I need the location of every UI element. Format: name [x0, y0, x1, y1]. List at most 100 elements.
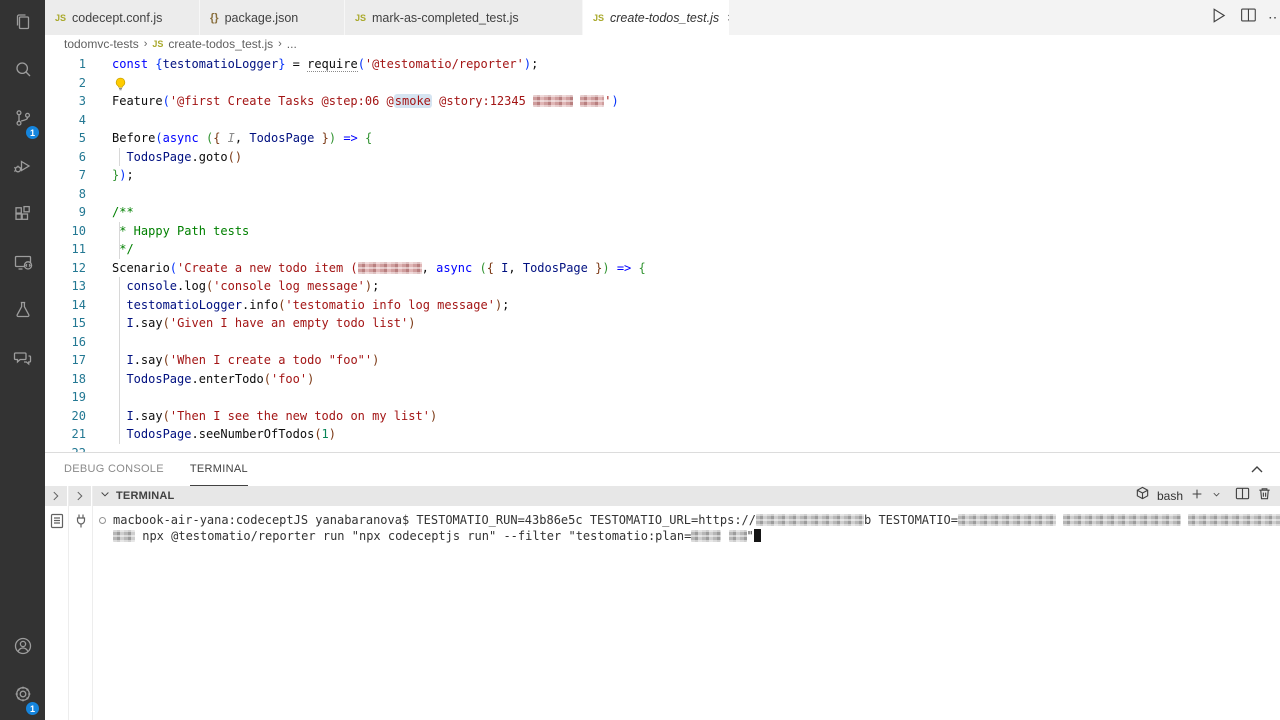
- command-decoration-icon[interactable]: [99, 517, 106, 524]
- code-line: 21 TodosPage.seeNumberOfTodos(1): [45, 425, 1280, 444]
- code-line: 11 */: [45, 240, 1280, 259]
- tab-codecept-conf[interactable]: JS codecept.conf.js: [45, 0, 200, 35]
- code-token: =>: [343, 131, 357, 145]
- new-terminal-button[interactable]: [1190, 487, 1204, 506]
- code-token: ): [430, 409, 437, 423]
- chevron-right-icon: ›: [144, 38, 148, 50]
- code-token: seeNumberOfTodos: [199, 427, 315, 441]
- terminal-output[interactable]: macbook-air-yana:codeceptJS yanabaranova…: [93, 506, 1280, 720]
- settings-button[interactable]: 1: [0, 672, 45, 720]
- code-token: async: [436, 261, 472, 275]
- sidebar-item-remote-explorer[interactable]: [0, 240, 45, 288]
- code-token: 'foo': [271, 372, 307, 386]
- extensions-icon: [11, 202, 35, 231]
- panel-tab-terminal[interactable]: TERMINAL: [190, 453, 248, 486]
- code-token: ): [235, 150, 242, 164]
- collapsed-output-pane[interactable]: [45, 486, 69, 720]
- terminal-dropdown-button[interactable]: [1211, 487, 1222, 505]
- redacted-text: [729, 530, 747, 542]
- code-token: I: [228, 131, 235, 145]
- code-line: 14 testomatioLogger.info('testomatio inf…: [45, 296, 1280, 315]
- panel-maximize-button[interactable]: [1248, 461, 1266, 484]
- code-token: /**: [112, 205, 134, 219]
- line-number: 13: [45, 277, 86, 296]
- expand-pane-button[interactable]: [45, 486, 68, 506]
- terminal-line: macbook-air-yana:codeceptJS yanabaranova…: [113, 513, 1280, 529]
- code-editor[interactable]: 1 const {testomatioLogger} = require('@te…: [45, 53, 1280, 452]
- code-line: 7});: [45, 166, 1280, 185]
- code-text: Before(async ({ I, TodosPage }) => {: [112, 131, 372, 145]
- split-terminal-button[interactable]: [1235, 486, 1250, 506]
- code-line: 4: [45, 111, 1280, 130]
- code-token: .: [191, 427, 198, 441]
- terminal-section-header[interactable]: TERMINAL bash: [93, 486, 1280, 506]
- account-button[interactable]: [0, 624, 45, 672]
- indent-guide: [119, 148, 120, 167]
- breadcrumb-folder[interactable]: todomvc-tests: [64, 37, 139, 51]
- code-token: say: [141, 316, 163, 330]
- code-text: I.say('Given I have an empty todo list'): [112, 316, 416, 330]
- js-file-icon: JS: [355, 13, 366, 23]
- panel-tab-debug-console[interactable]: DEBUG CONSOLE: [64, 453, 164, 486]
- redacted-text: [691, 530, 721, 542]
- code-token: {: [365, 131, 372, 145]
- indent-guide: [119, 314, 120, 333]
- close-icon[interactable]: ×: [727, 11, 729, 24]
- code-token: const: [112, 57, 155, 71]
- code-text: Scenario('Create a new todo item (, asyn…: [112, 261, 646, 275]
- split-editor-button[interactable]: [1238, 5, 1258, 30]
- more-actions-button[interactable]: ⋯: [1268, 9, 1278, 26]
- redacted-text: [580, 95, 604, 107]
- code-text: Feature('@first Create Tasks @step:06 @s…: [112, 94, 619, 108]
- breadcrumb-file[interactable]: create-todos_test.js: [168, 37, 273, 51]
- indent-guide: [119, 240, 120, 259]
- sidebar-item-extensions[interactable]: [0, 192, 45, 240]
- redacted-text: [358, 262, 422, 274]
- collapsed-ports-pane[interactable]: [69, 486, 93, 720]
- code-token: [314, 131, 321, 145]
- run-button[interactable]: [1207, 5, 1228, 31]
- bottom-panel: DEBUG CONSOLE TERMINAL TERMINAL: [45, 452, 1280, 720]
- panel-tab-bar: DEBUG CONSOLE TERMINAL: [45, 453, 1280, 486]
- line-number: 2: [45, 74, 86, 93]
- indent-guide: [119, 407, 120, 426]
- code-token: ,: [422, 261, 436, 275]
- vscode-window: 1 1 JS codecept.conf.js: [0, 0, 1280, 720]
- tab-mark-as-completed[interactable]: JS mark-as-completed_test.js: [345, 0, 583, 35]
- code-token: (: [163, 409, 170, 423]
- code-token: [1056, 513, 1063, 527]
- search-icon: [11, 58, 35, 87]
- redacted-text: [113, 530, 135, 542]
- code-line: 6 TodosPage.goto(): [45, 148, 1280, 167]
- code-text: const {testomatioLogger} = require('@tes…: [112, 57, 538, 71]
- code-token: say: [141, 409, 163, 423]
- sidebar-item-comments[interactable]: [0, 336, 45, 384]
- sidebar-item-testing[interactable]: [0, 288, 45, 336]
- tab-create-todos[interactable]: JS create-todos_test.js ×: [583, 0, 729, 35]
- indent-guide: [119, 333, 120, 352]
- sidebar-item-run-debug[interactable]: [0, 144, 45, 192]
- code-token: [721, 529, 728, 543]
- code-token: (: [479, 261, 486, 275]
- code-token: log: [184, 279, 206, 293]
- output-log-icon: [49, 513, 65, 720]
- sidebar-item-search[interactable]: [0, 48, 45, 96]
- code-token: [220, 131, 227, 145]
- breadcrumb-more[interactable]: ...: [287, 37, 297, 51]
- tab-package-json[interactable]: {} package.json: [200, 0, 345, 35]
- line-number: 1: [45, 55, 86, 74]
- expand-pane-button[interactable]: [69, 486, 92, 506]
- sidebar-item-source-control[interactable]: 1: [0, 96, 45, 144]
- code-token: (: [228, 150, 235, 164]
- code-token: ,: [235, 131, 249, 145]
- code-token: TodosPage: [126, 372, 191, 386]
- indent-guide: [119, 222, 120, 241]
- sidebar-item-explorer[interactable]: [0, 0, 45, 48]
- code-token: ;: [372, 279, 379, 293]
- chevron-right-icon: ›: [278, 38, 282, 50]
- terminal-pane: TERMINAL bash macbook-air-yana:codeceptJ…: [93, 486, 1280, 720]
- kill-terminal-button[interactable]: [1257, 486, 1272, 506]
- code-token: 'When I create a todo "foo"': [170, 353, 372, 367]
- code-token: @story:12345: [432, 94, 533, 108]
- code-text: testomatioLogger.info('testomatio info l…: [112, 298, 509, 312]
